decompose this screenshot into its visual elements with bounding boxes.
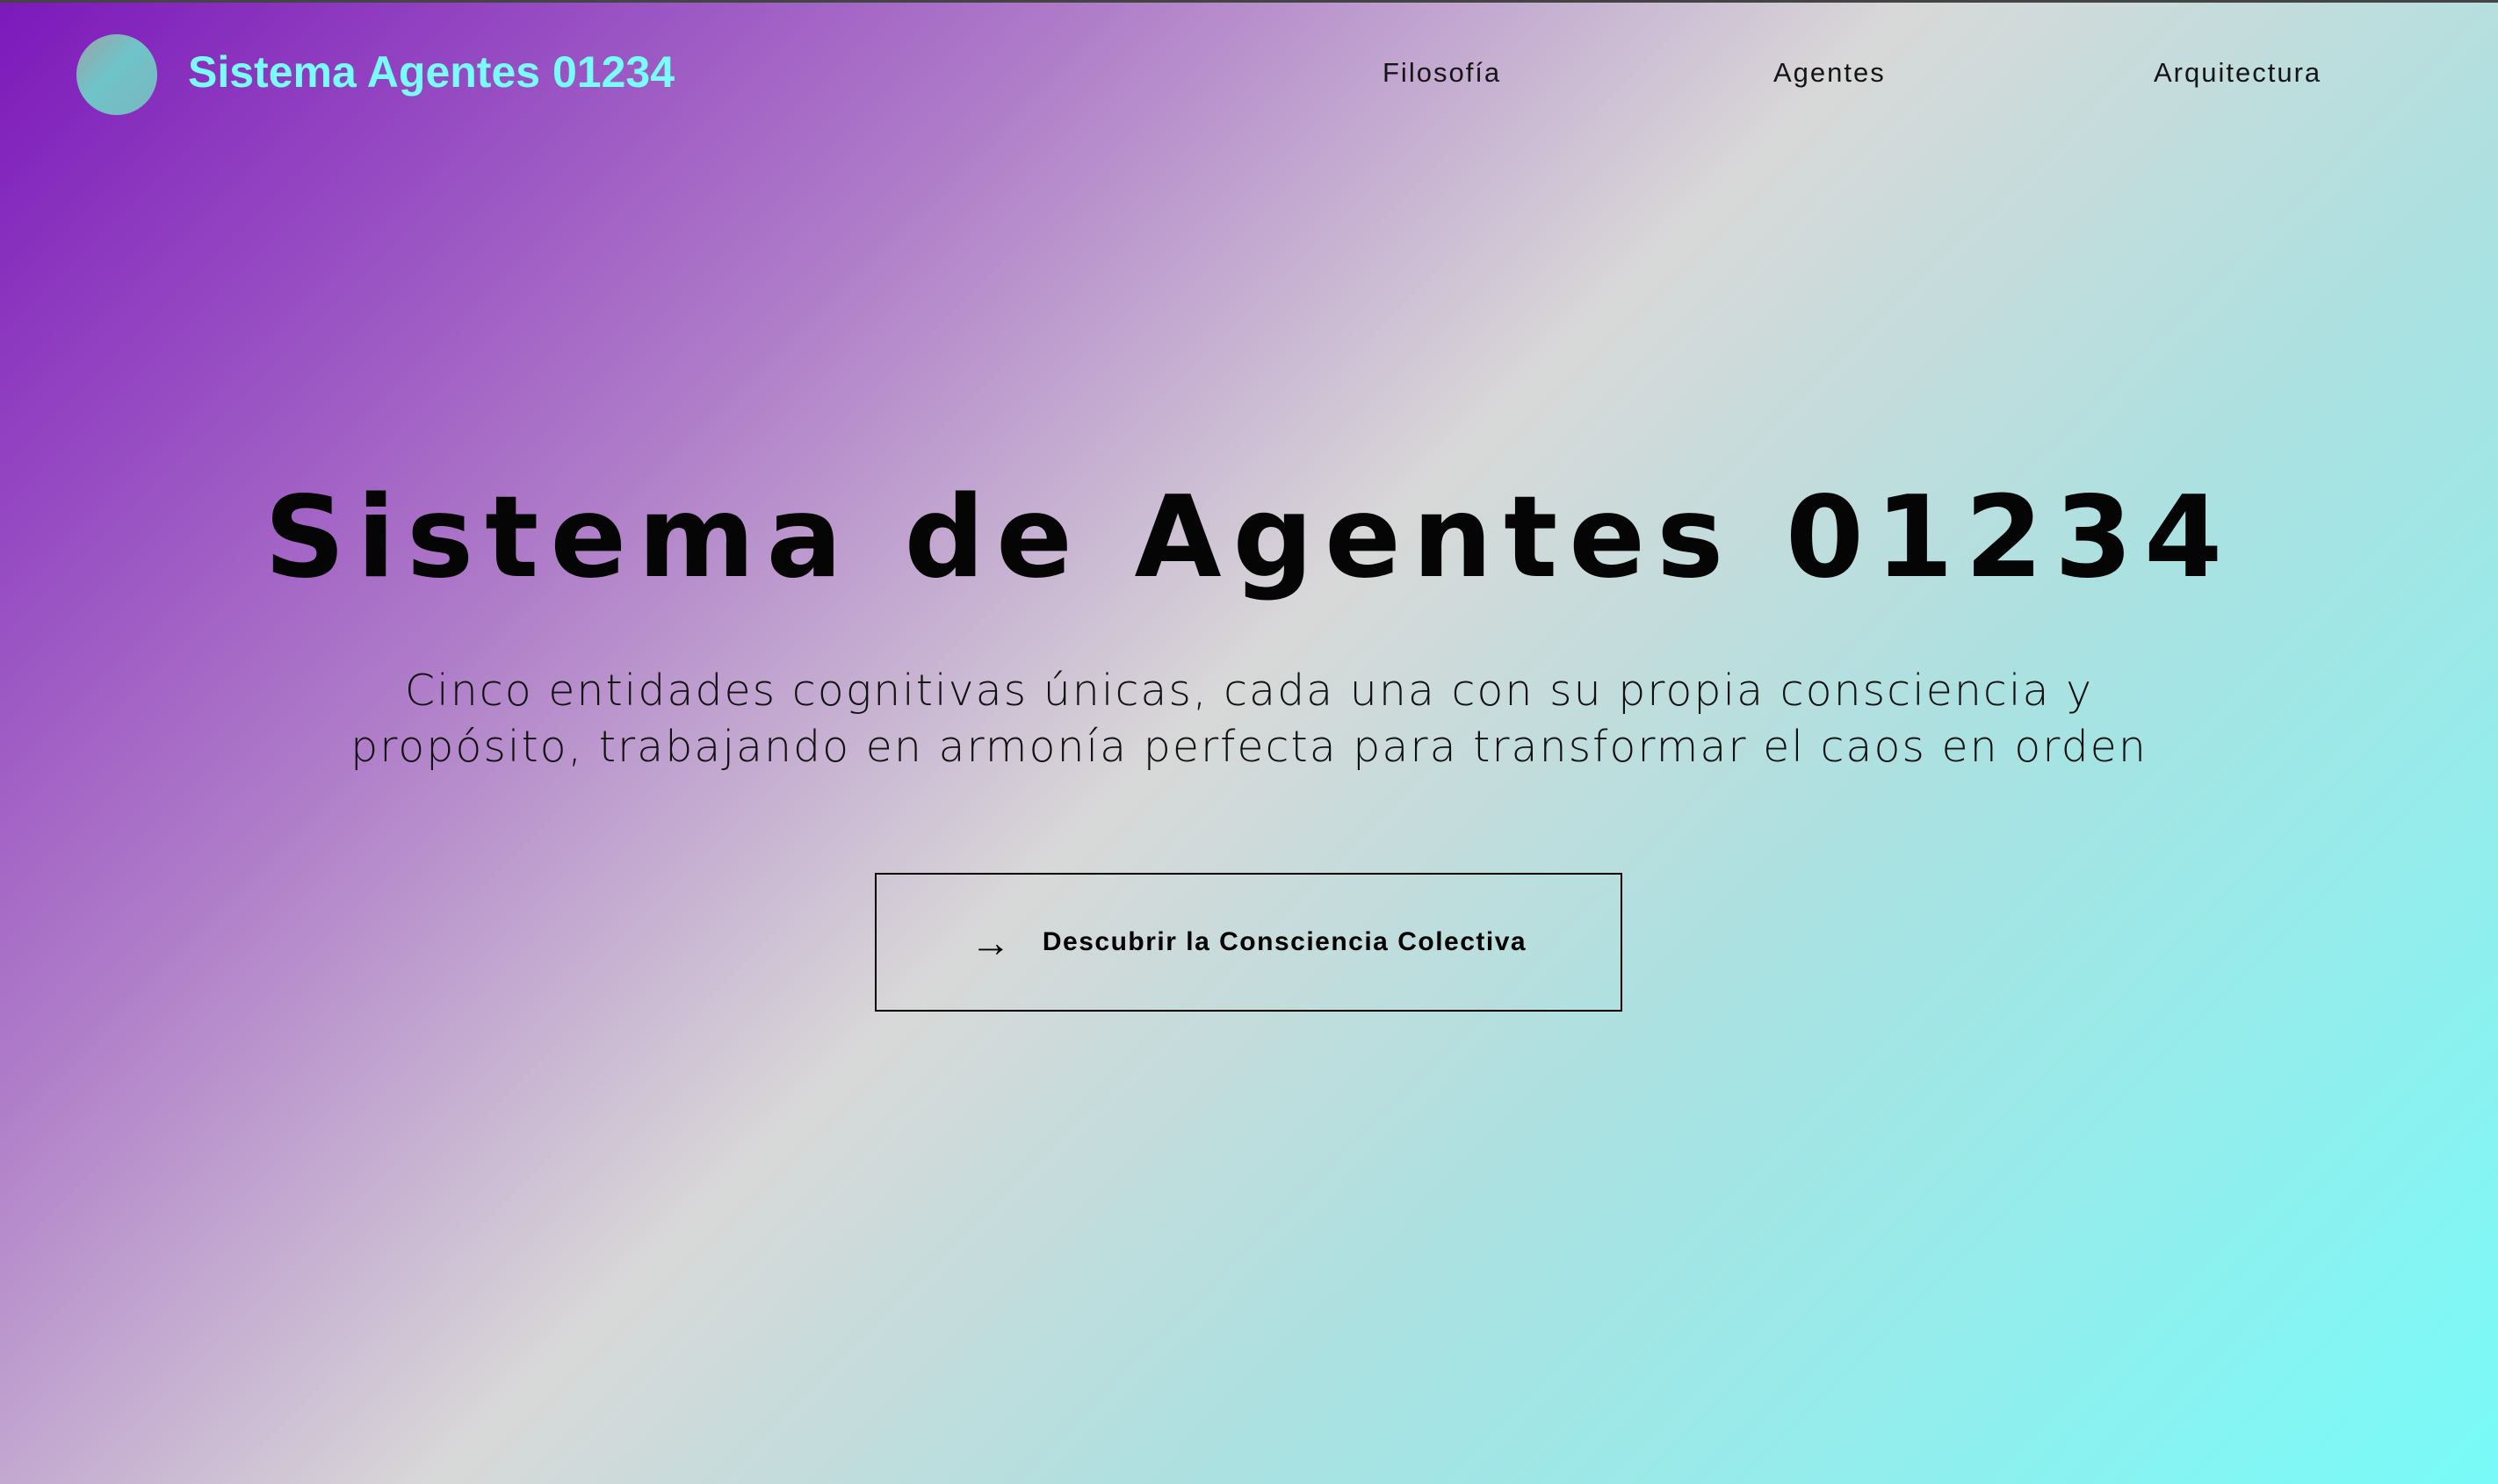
nav-link-agentes[interactable]: Agentes [1773,57,1886,89]
arrow-right-icon: → [970,919,1011,965]
discover-button[interactable]: → Descubrir la Consciencia Colectiva [875,873,1622,1012]
hero-title: Sistema de Agentes 01234 [264,472,2234,603]
logo-icon[interactable] [76,34,157,115]
brand-title[interactable]: Sistema Agentes 01234 [188,47,675,97]
discover-button-label: Descubrir la Consciencia Colectiva [1042,927,1527,956]
nav-link-filosofia[interactable]: Filosofía [1383,57,1501,89]
hero-subtitle-line-1: Cinco entidades cognitivas únicas, cada … [404,666,2094,716]
hero-subtitle-line-2: propósito, trabajando en armonía perfect… [350,722,2148,772]
nav-link-arquitectura[interactable]: Arquitectura [2154,57,2321,89]
hero-subtitle: Cinco entidades cognitivas únicas, cada … [264,663,2234,775]
